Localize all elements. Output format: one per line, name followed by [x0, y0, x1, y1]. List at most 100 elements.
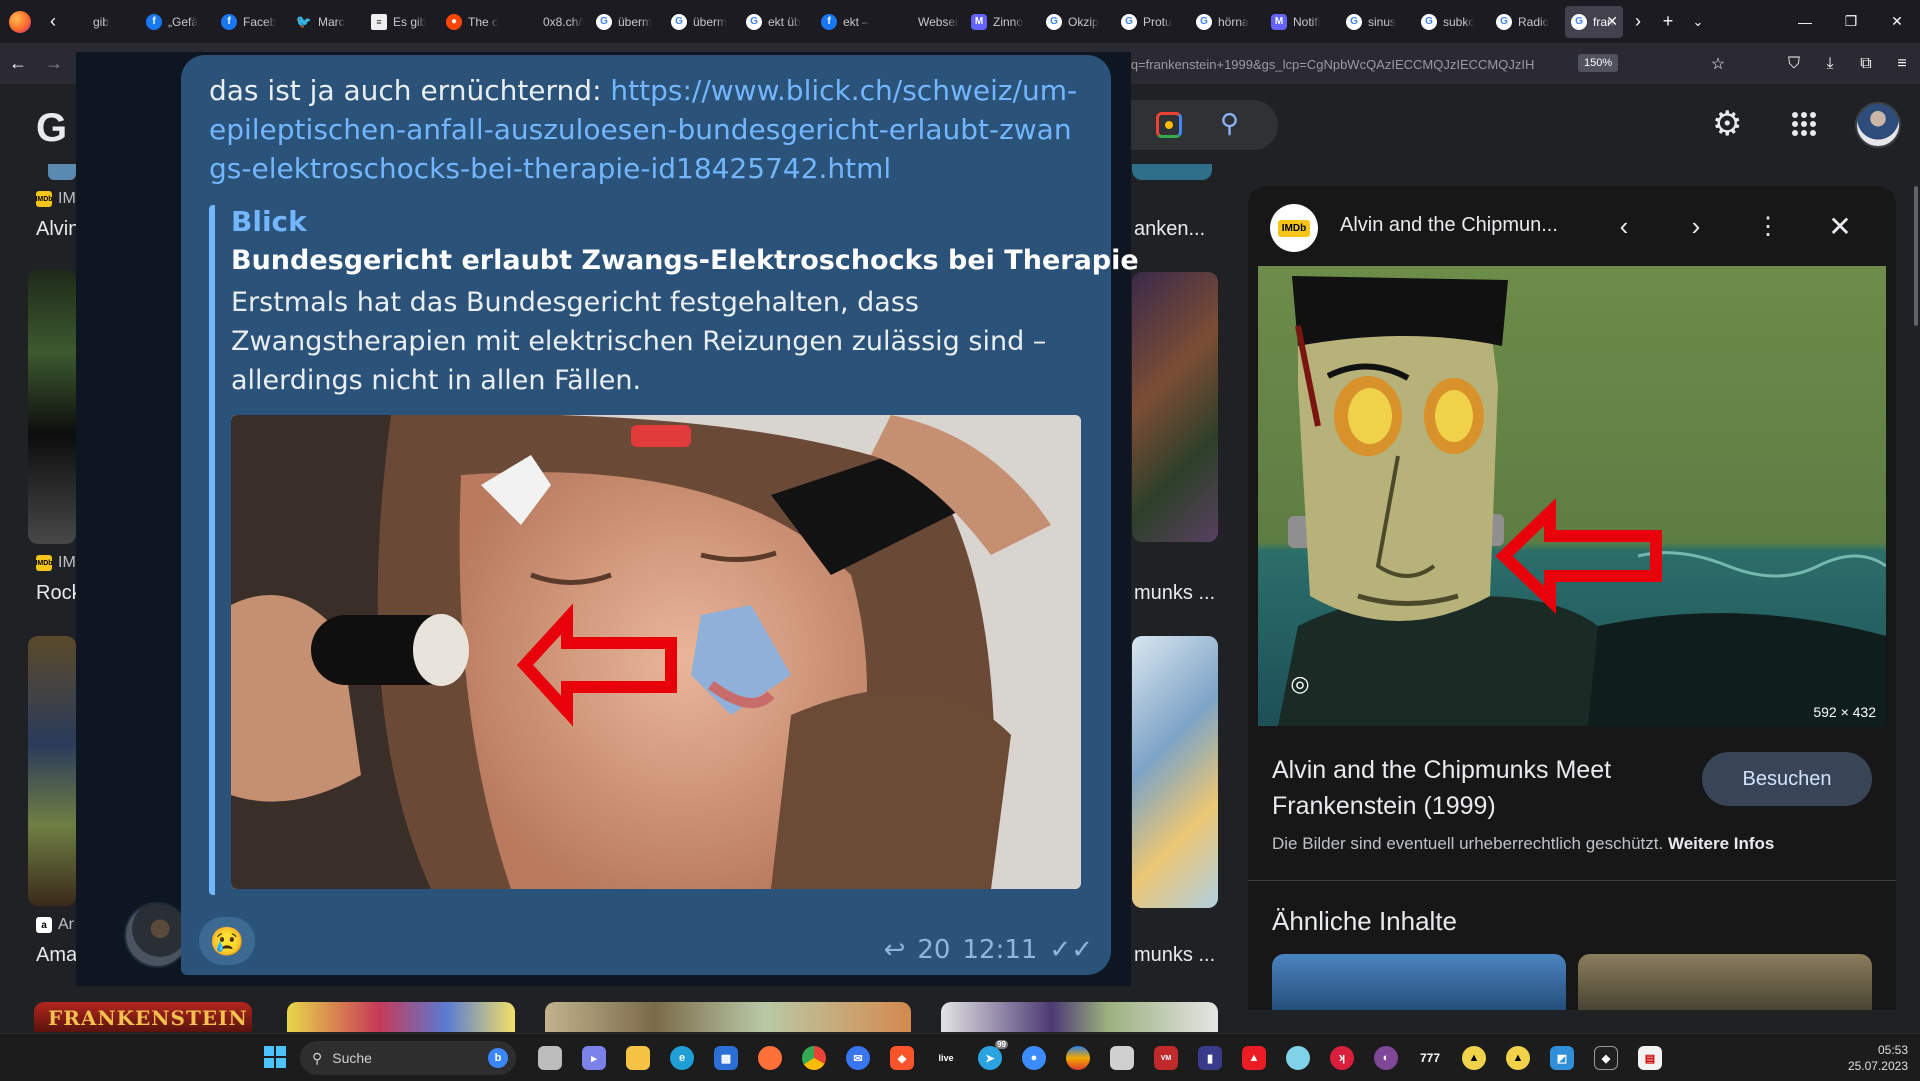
- tab[interactable]: Ghörna: [1190, 6, 1265, 38]
- taskbar-search[interactable]: ⚲ Suche b: [300, 1041, 516, 1075]
- more-options-icon[interactable]: ⋮: [1748, 206, 1788, 246]
- visit-button[interactable]: Besuchen: [1702, 752, 1872, 806]
- document-app-icon[interactable]: ▤: [1628, 1036, 1672, 1080]
- panel-title[interactable]: Alvin and the Chipmun...: [1340, 214, 1580, 237]
- telegram-icon[interactable]: ➤ 99: [968, 1036, 1012, 1080]
- acrobat-icon[interactable]: ▲: [1232, 1036, 1276, 1080]
- message-bubble[interactable]: das ist ja auch ernüchternd: https://www…: [181, 55, 1139, 975]
- windows-start-icon[interactable]: [264, 1046, 286, 1068]
- tab[interactable]: Webseite: [890, 6, 965, 38]
- tab-active[interactable]: G fran ✕: [1565, 5, 1623, 38]
- chart-app-icon[interactable]: ▮: [1188, 1036, 1232, 1080]
- result-thumbnail[interactable]: [28, 636, 76, 906]
- minimize-icon[interactable]: —: [1782, 0, 1828, 43]
- tab[interactable]: M Zinno: [965, 6, 1040, 38]
- result-thumbnail[interactable]: [1132, 164, 1212, 180]
- preview-image[interactable]: ◎ 592 × 432: [1258, 266, 1886, 726]
- chrome-icon[interactable]: [792, 1036, 836, 1080]
- result-thumbnail[interactable]: [1132, 636, 1218, 908]
- tab[interactable]: Gekt üb: [740, 6, 815, 38]
- tab[interactable]: 🐦 Marc: [290, 6, 365, 38]
- tab[interactable]: f Faceb: [215, 6, 290, 38]
- result-title[interactable]: Alvin: [36, 218, 79, 241]
- firefox-taskbar-icon[interactable]: [748, 1036, 792, 1080]
- tab[interactable]: 0x8.ch/rot: [515, 6, 590, 38]
- tab-scroll-right-icon[interactable]: ›: [1623, 7, 1653, 37]
- list-tabs-icon[interactable]: ⌄: [1683, 7, 1713, 37]
- google-logo[interactable]: G: [36, 106, 67, 151]
- tab[interactable]: G Protu: [1115, 6, 1190, 38]
- window-close-icon[interactable]: ✕: [1874, 0, 1920, 43]
- app-icon[interactable]: [1056, 1036, 1100, 1080]
- monitor-app-icon[interactable]: [1100, 1036, 1144, 1080]
- tab[interactable]: ● The c: [440, 6, 515, 38]
- live-icon[interactable]: live: [924, 1036, 968, 1080]
- red-app-icon[interactable]: ʞ: [1320, 1036, 1364, 1080]
- pocket-icon[interactable]: ⛉: [1776, 48, 1812, 80]
- linux-icon[interactable]: ▲: [1452, 1036, 1496, 1080]
- result-thumbnail[interactable]: [941, 1002, 1218, 1032]
- file-explorer-icon[interactable]: [616, 1036, 660, 1080]
- store-icon[interactable]: ▦: [704, 1036, 748, 1080]
- result-thumbnail[interactable]: [545, 1002, 911, 1032]
- messenger-icon[interactable]: ●: [1012, 1036, 1056, 1080]
- settings-gear-icon[interactable]: ⚙: [1712, 104, 1742, 144]
- linux-2-icon[interactable]: ▲: [1496, 1036, 1540, 1080]
- reaction-badge[interactable]: 😢: [199, 917, 255, 965]
- tab[interactable]: f „Gefä: [140, 6, 215, 38]
- tor-icon[interactable]: ◐: [1364, 1036, 1408, 1080]
- account-avatar[interactable]: [1855, 102, 1901, 148]
- image-lens-icon[interactable]: ◎: [1282, 666, 1318, 702]
- teams-chat-icon[interactable]: ▸: [572, 1036, 616, 1080]
- system-clock[interactable]: 05:53 25.07.2023: [1848, 1042, 1908, 1074]
- extensions-icon[interactable]: ⧉: [1848, 48, 1884, 80]
- search-icon[interactable]: ⚲: [1220, 108, 1239, 139]
- tab[interactable]: ≡ Es gib: [365, 6, 440, 38]
- new-tab-icon[interactable]: +: [1653, 7, 1683, 37]
- previous-icon[interactable]: ‹: [1604, 206, 1644, 246]
- tab[interactable]: Gsinus: [1340, 6, 1415, 38]
- tab[interactable]: Gsubkc: [1415, 6, 1490, 38]
- close-tab-icon[interactable]: ✕: [1606, 13, 1618, 30]
- result-title[interactable]: munks ...: [1134, 582, 1215, 605]
- tab-scroll-left-icon[interactable]: ‹: [41, 7, 65, 37]
- result-title[interactable]: Ama: [36, 944, 77, 967]
- tab[interactable]: Güberm: [590, 6, 665, 38]
- result-thumbnail[interactable]: [48, 164, 76, 180]
- tab[interactable]: M Notifi: [1265, 6, 1340, 38]
- result-title[interactable]: munks ...: [1134, 944, 1215, 967]
- url-bar[interactable]: toq=frankenstein+1999&gs_lcp=CgNpbWcQAzI…: [1120, 49, 1648, 79]
- firefox-icon[interactable]: [9, 10, 31, 33]
- tab[interactable]: G Radio: [1490, 6, 1565, 38]
- link-preview[interactable]: Blick Bundesgericht erlaubt Zwangs-Elekt…: [209, 205, 1139, 895]
- brave-icon[interactable]: ◆: [880, 1036, 924, 1080]
- menu-icon[interactable]: ≡: [1884, 48, 1920, 80]
- app-777-icon[interactable]: 777: [1408, 1036, 1452, 1080]
- edge-icon[interactable]: e: [660, 1036, 704, 1080]
- page-scrollbar[interactable]: [1914, 186, 1918, 326]
- next-icon[interactable]: ›: [1676, 206, 1716, 246]
- tab[interactable]: Güberm: [665, 6, 740, 38]
- result-title[interactable]: anken...: [1134, 218, 1205, 241]
- forward-icon[interactable]: →: [36, 48, 72, 80]
- tab[interactable]: f ekt –: [815, 6, 890, 38]
- google-apps-icon[interactable]: [1792, 112, 1816, 136]
- tab[interactable]: gib: [65, 6, 140, 38]
- task-view-icon[interactable]: [528, 1036, 572, 1080]
- weather-app-icon[interactable]: [1276, 1036, 1320, 1080]
- google-lens-icon[interactable]: [1156, 112, 1182, 138]
- similar-thumbnail[interactable]: [1272, 954, 1566, 1010]
- restore-icon[interactable]: ❐: [1828, 0, 1874, 43]
- bookmark-star-icon[interactable]: ☆: [1700, 48, 1736, 80]
- more-info-link[interactable]: Weitere Infos: [1668, 834, 1774, 853]
- zoom-level-badge[interactable]: 150%: [1578, 54, 1619, 72]
- tab[interactable]: G Okzip: [1040, 6, 1115, 38]
- result-thumbnail[interactable]: [28, 270, 76, 544]
- voice-meeter-icon[interactable]: VM: [1144, 1036, 1188, 1080]
- downloads-icon[interactable]: ⤓: [1812, 48, 1848, 80]
- back-icon[interactable]: ←: [0, 48, 36, 80]
- result-thumbnail[interactable]: FRANKENSTEIN: [34, 1002, 252, 1032]
- image-editor-icon[interactable]: ◩: [1540, 1036, 1584, 1080]
- result-thumbnail[interactable]: [1132, 272, 1218, 542]
- result-title[interactable]: Rock: [36, 582, 82, 605]
